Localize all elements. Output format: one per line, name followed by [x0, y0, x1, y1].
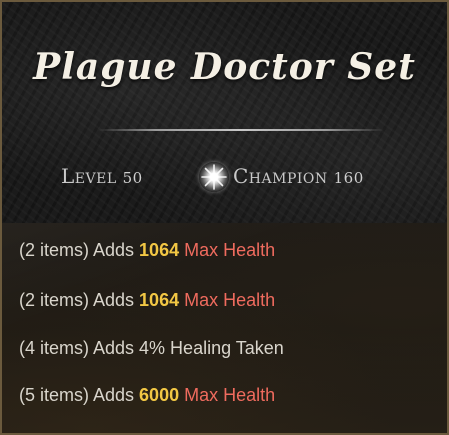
- bonus-text: (4 items) Adds 4% Healing Taken: [19, 338, 284, 358]
- bonus-value: 1064: [139, 240, 180, 260]
- set-title: Plague Doctor Set: [33, 46, 416, 88]
- champion-requirement: Champion 160: [233, 164, 364, 188]
- set-bonus-2-items-b: (2 items) Adds 1064 Max Health: [19, 290, 275, 311]
- level-value: 50: [122, 169, 143, 187]
- set-bonus-5-items: (5 items) Adds 6000 Max Health: [19, 385, 275, 406]
- bonus-value: 1064: [139, 290, 180, 310]
- bonus-stat: Max Health: [179, 240, 276, 260]
- bonus-prefix: (2 items) Adds: [19, 240, 140, 260]
- champion-point-icon: [199, 162, 229, 192]
- level-requirement: Level 50: [61, 164, 143, 188]
- level-label: Level: [61, 164, 117, 188]
- bonus-value: 6000: [139, 385, 180, 405]
- bonus-stat: Max Health: [179, 290, 276, 310]
- set-bonus-2-items-a: (2 items) Adds 1064 Max Health: [19, 240, 275, 261]
- set-bonus-4-items: (4 items) Adds 4% Healing Taken: [19, 338, 284, 359]
- bonus-prefix: (5 items) Adds: [19, 385, 140, 405]
- champion-value: 160: [333, 169, 364, 187]
- title-divider: [98, 129, 384, 131]
- champion-label: Champion: [233, 164, 328, 188]
- item-set-tooltip: Plague Doctor Set Level 50 Champion 160 (2…: [0, 0, 449, 435]
- bonus-prefix: (2 items) Adds: [19, 290, 140, 310]
- tooltip-header: Plague Doctor Set Level 50 Champion 160: [2, 2, 447, 223]
- bonus-stat: Max Health: [179, 385, 276, 405]
